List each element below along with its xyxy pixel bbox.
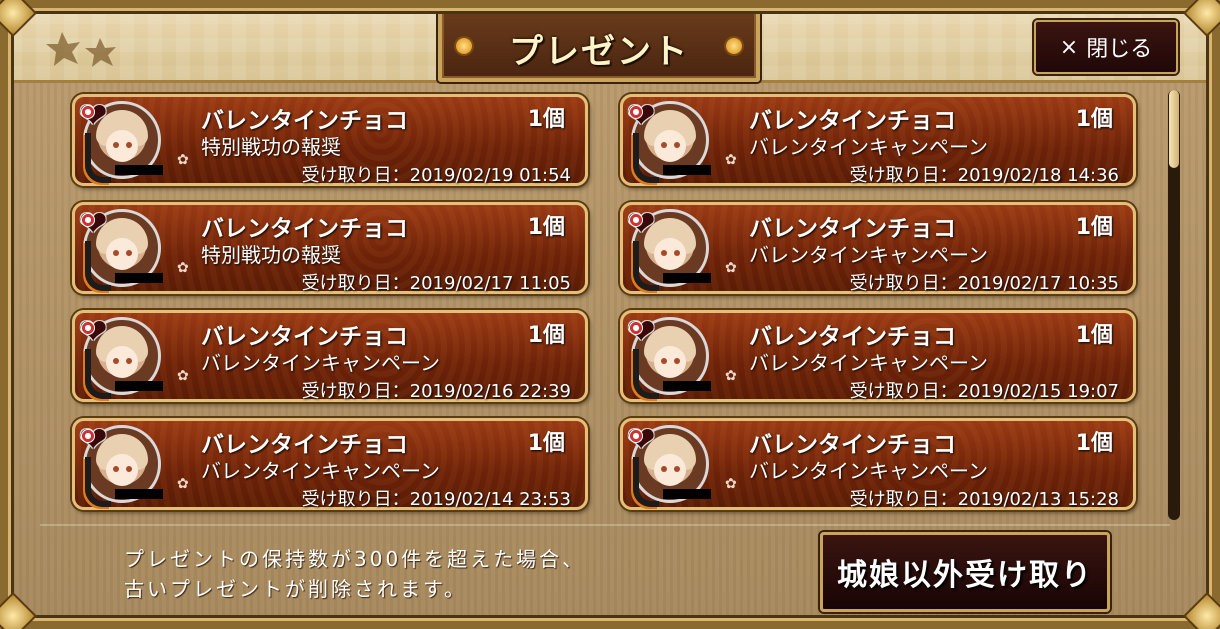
outer-frame bbox=[0, 0, 1220, 629]
present-dialog: プレゼント × 閉じる ❤バレンタインチョコ1個特別戦功の報奨✿受け取り日：20… bbox=[0, 0, 1220, 629]
